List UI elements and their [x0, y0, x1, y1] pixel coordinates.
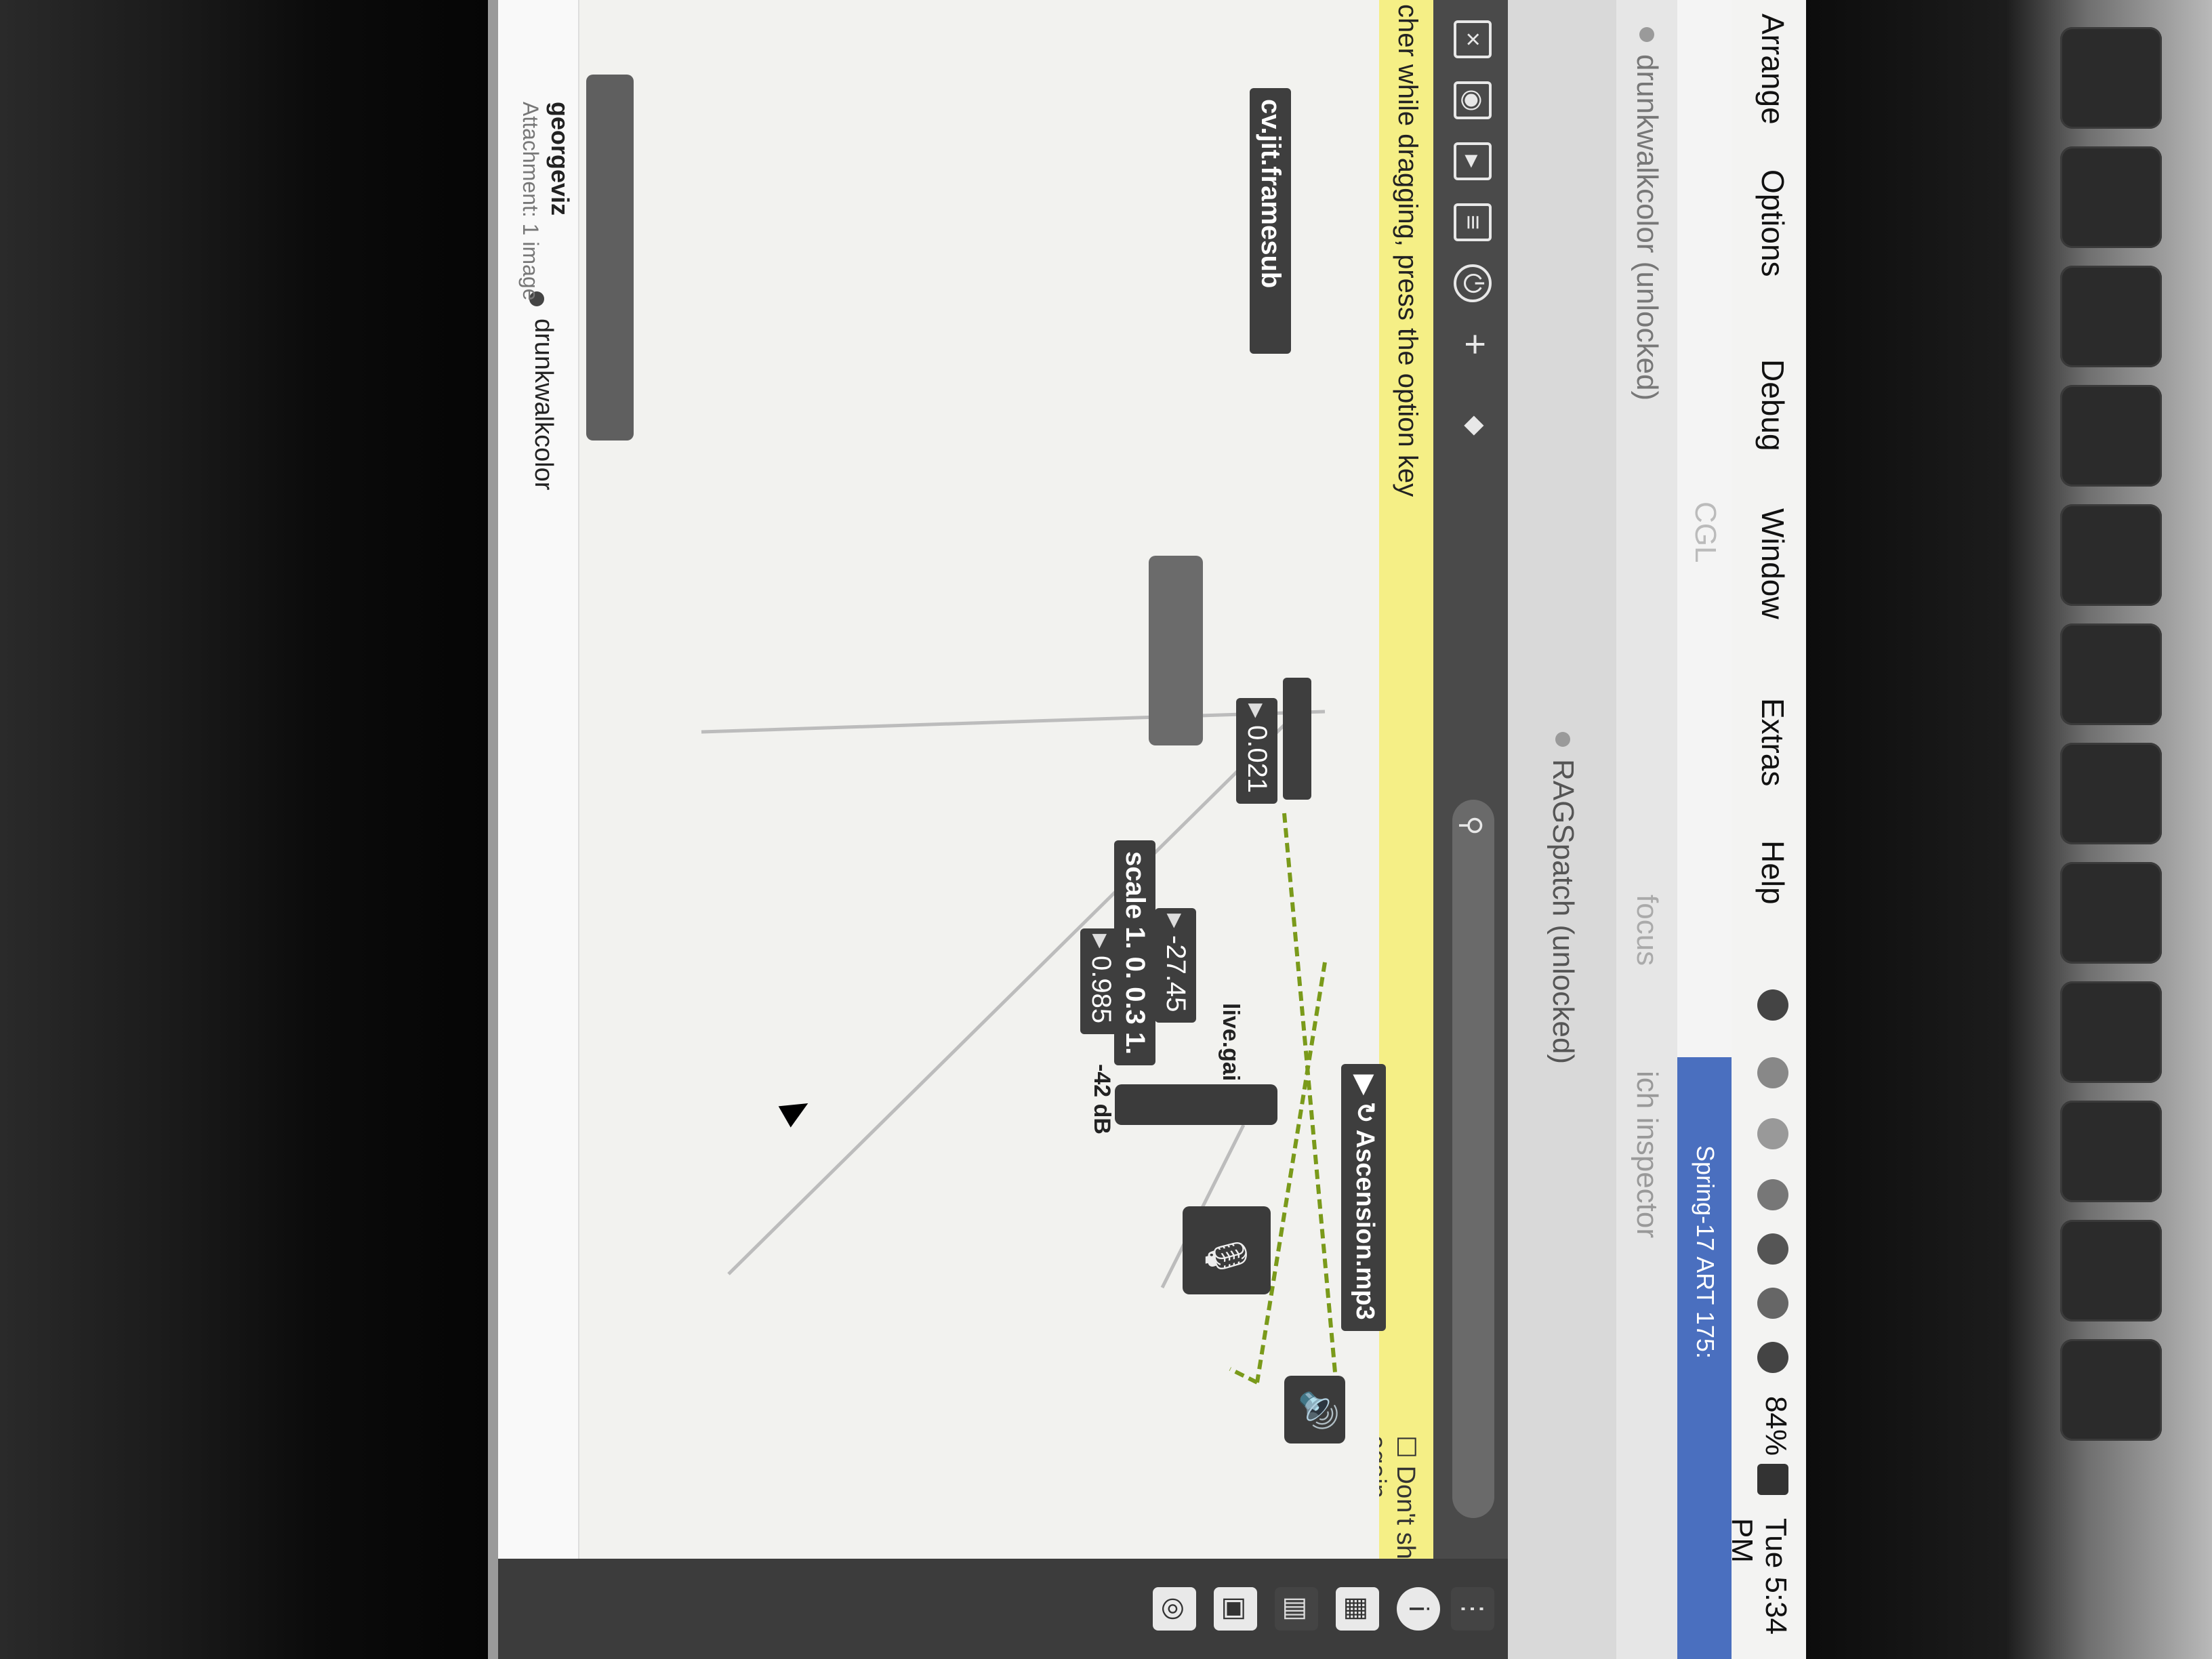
- close-icon[interactable]: ×: [1454, 20, 1492, 58]
- keyboard-key: [2060, 504, 2162, 606]
- window-drunkwalkcolor[interactable]: drunkwalkcolor (unlocked) focus ich insp…: [1615, 0, 1677, 1659]
- lcd-object[interactable]: [586, 75, 634, 441]
- window-cgl[interactable]: CGL Spring-17 ART 175:: [1676, 0, 1732, 1659]
- window-title-ragspatch: RAGSpatch (unlocked): [1547, 759, 1580, 1064]
- chat-username: georgeviz: [546, 102, 574, 216]
- time-machine-icon[interactable]: [1757, 1233, 1788, 1265]
- power-icon[interactable]: ⏻: [1454, 264, 1492, 302]
- framesub-object[interactable]: cv.jit.framesub: [1250, 88, 1291, 354]
- camera-icon[interactable]: ◉: [1454, 81, 1492, 119]
- window-title-focus: focus: [1631, 895, 1664, 966]
- info-icon[interactable]: i: [1397, 1587, 1440, 1631]
- keyboard-key: [2060, 385, 2162, 487]
- keyboard-key: [2060, 1339, 2162, 1441]
- menu-help[interactable]: Help: [1755, 840, 1791, 905]
- window-title-cgl: CGL: [1689, 501, 1722, 563]
- volume-bars-icon[interactable]: [1757, 1179, 1788, 1210]
- keyboard-key: [2060, 1220, 2162, 1322]
- play-icon[interactable]: ▶ ↻: [1351, 1075, 1379, 1130]
- mixer-icon[interactable]: ▥: [1275, 1587, 1318, 1631]
- audiofile-object[interactable]: ▶ ↻ Ascension.mp3: [1341, 1064, 1386, 1331]
- menu-debug[interactable]: Debug: [1755, 359, 1791, 451]
- keyboard: [2060, 27, 2196, 1606]
- window-title-inspector: ich inspector: [1631, 1071, 1664, 1239]
- menu-arrange[interactable]: Arrange: [1755, 14, 1791, 125]
- meter-db-label: -42 dB: [1089, 1064, 1115, 1134]
- hint-text: cher while dragging, press the option ke…: [1393, 4, 1422, 497]
- layout-icon[interactable]: ▦: [1336, 1587, 1379, 1631]
- live-slider[interactable]: [1283, 678, 1311, 800]
- gain-slider[interactable]: [1149, 556, 1203, 745]
- audio-cord[interactable]: [1229, 1367, 1258, 1385]
- bluetooth-icon[interactable]: [1757, 1288, 1788, 1319]
- keyboard-key: [2060, 743, 2162, 844]
- add-icon[interactable]: +: [1454, 325, 1497, 363]
- keyboard-key: [2060, 146, 2162, 248]
- grid-dots-icon[interactable]: ⋮: [1451, 1587, 1494, 1631]
- patcher-toolbar: × ◉ ▸ ≡ ⏻ + ◆ ⚲: [1433, 0, 1508, 1659]
- menu-clock[interactable]: Tue 5:34 PM: [1725, 1518, 1793, 1659]
- menu-options[interactable]: Options: [1755, 169, 1791, 277]
- patch-cord[interactable]: [701, 710, 1326, 734]
- search-field[interactable]: [1452, 800, 1494, 1518]
- window-title-drunkwalk: drunkwalkcolor (unlocked): [1631, 54, 1664, 401]
- keyboard-key: [2060, 981, 2162, 1083]
- gain-meter[interactable]: [1115, 1084, 1277, 1125]
- search-icon[interactable]: ⚲: [1450, 806, 1488, 844]
- menu-bar: Arrange Options Debug Window Extras Help…: [1725, 0, 1806, 1659]
- chat-attachment: Attachment: 1 image: [518, 102, 543, 301]
- keyboard-key: [2060, 27, 2162, 129]
- background-windows: CGL Spring-17 ART 175: drunkwalkcolor (u…: [1507, 0, 1732, 1659]
- number-box-3[interactable]: 0.985: [1080, 928, 1122, 1035]
- present-icon[interactable]: ▸: [1454, 142, 1492, 180]
- menu-window[interactable]: Window: [1755, 508, 1791, 619]
- speaker-icon: 🔊: [1300, 1389, 1338, 1432]
- monitor-bezel-left: [0, 0, 488, 1659]
- keyboard-key: [2060, 862, 2162, 964]
- number-box-2[interactable]: -27.45: [1155, 908, 1196, 1023]
- patcher-sidebar: ⋮ i ▦ ▥ ▣ ◎: [491, 1559, 1508, 1659]
- number-box-1[interactable]: 0.021: [1236, 698, 1277, 804]
- browser-tab-title[interactable]: Spring-17 ART 175:: [1691, 1145, 1719, 1359]
- battery-icon[interactable]: [1757, 1464, 1788, 1495]
- microphone-icon: 🎙: [1204, 1230, 1249, 1282]
- audiofile-name: Ascension.mp3: [1351, 1129, 1379, 1320]
- keyboard-key: [2060, 623, 2162, 725]
- paint-bucket-icon[interactable]: ◆: [1454, 407, 1492, 445]
- keyboard-key: [2060, 266, 2162, 367]
- creative-cloud-icon[interactable]: [1757, 989, 1788, 1021]
- audio-cord[interactable]: [1255, 962, 1327, 1383]
- menu-extras[interactable]: Extras: [1755, 698, 1791, 786]
- window-ragspatch-titlebar[interactable]: RAGSpatch (unlocked): [1507, 0, 1616, 1659]
- sync-icon[interactable]: [1757, 1057, 1788, 1088]
- window-status-dot: [1639, 27, 1654, 42]
- screen: Arrange Options Debug Window Extras Help…: [488, 0, 1806, 1659]
- chat-panel: drunkwalkcolor georgeviz Attachment: 1 i…: [497, 0, 579, 1559]
- hint-bar: cher while dragging, press the option ke…: [1362, 0, 1433, 1659]
- camera-snapshot-icon[interactable]: ◎: [1153, 1587, 1196, 1631]
- grid-icon[interactable]: ≡: [1454, 203, 1492, 241]
- wifi-icon[interactable]: [1757, 1342, 1788, 1373]
- window-bottom-edge: [488, 0, 498, 1659]
- patcher-canvas[interactable]: cv.jit.framesub 0.021 -27.45 scale 1. 0.…: [497, 0, 1386, 1559]
- battery-percent: 84%: [1759, 1396, 1793, 1456]
- window-status-dot: [1555, 732, 1570, 747]
- audio-cord[interactable]: [1282, 813, 1340, 1410]
- keyboard-key: [2060, 1101, 2162, 1202]
- live-gain-label: live.gai: [1218, 1003, 1244, 1082]
- drunkwalk-tab-label[interactable]: drunkwalkcolor: [529, 319, 558, 490]
- window-icon[interactable]: ▣: [1214, 1587, 1257, 1631]
- status-icon[interactable]: [1757, 1118, 1788, 1149]
